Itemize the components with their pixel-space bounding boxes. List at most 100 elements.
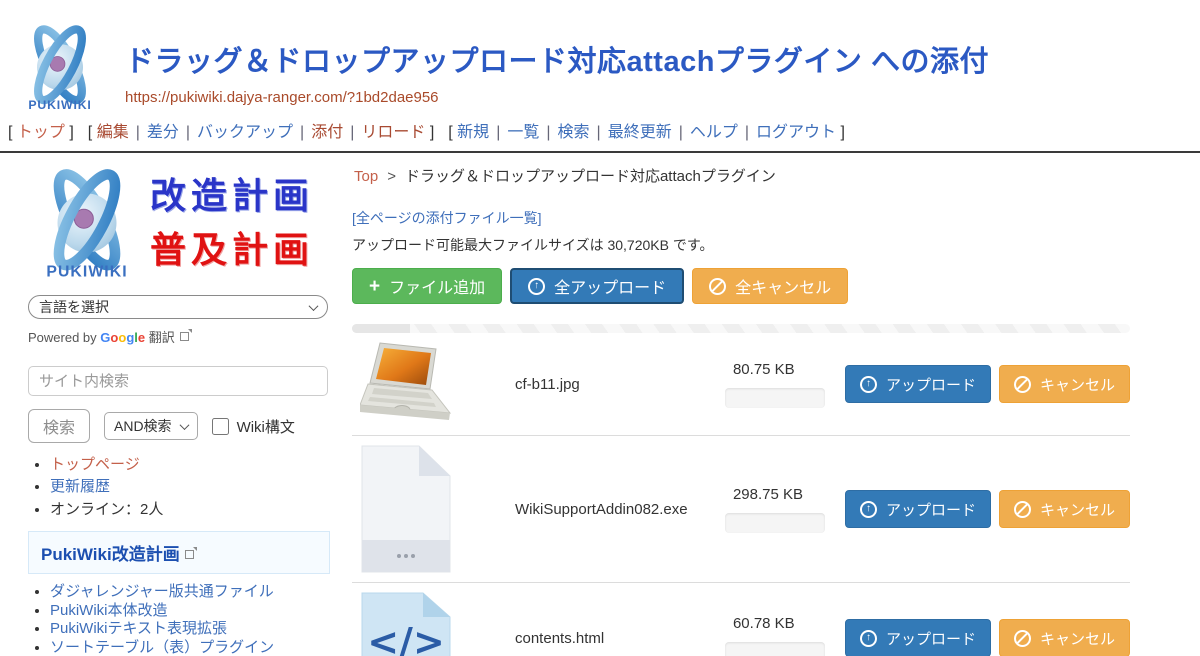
upload-button[interactable]: ↑アップロード [845, 619, 991, 656]
powered-by-text: Powered by [28, 330, 97, 345]
nav-link-2-2[interactable]: 検索 [558, 124, 590, 141]
cancel-button[interactable]: キャンセル [999, 619, 1130, 656]
chevron-down-icon [179, 420, 189, 430]
nav-group-0: [ トップ ] [8, 124, 74, 141]
file-actions: ↑ アップロード キャンセル [845, 490, 1130, 528]
cancel-all-button[interactable]: 全キャンセル [692, 268, 848, 304]
cancel-all-label: 全キャンセル [735, 274, 831, 298]
cancel-label: キャンセル [1040, 499, 1115, 520]
file-row: WikiSupportAddin082.exe 298.75 KB ↑ アップロード キ… [352, 435, 1130, 582]
nav-group-2: [ 新規|一覧|検索|最終更新|ヘルプ|ログアウト ] [448, 124, 845, 141]
sidebar-link[interactable]: ソートテーブル（表）プラグイン [50, 639, 274, 656]
html-file-icon: </> [352, 592, 460, 656]
language-select[interactable]: 言語を選択 [28, 295, 328, 319]
list-item: オンライン：2人 [50, 499, 330, 520]
upload-all-button[interactable]: ↑ 全アップロード [510, 268, 684, 304]
file-size: 60.78 KB [733, 615, 825, 632]
upload-button[interactable]: ↑ アップロード [845, 490, 991, 528]
nav-link-1-0[interactable]: 編集 [97, 124, 129, 141]
nav-link-1-4[interactable]: リロード [361, 124, 425, 141]
file-row: cf-b11.jpg 80.75 KB ↑アップロード キャンセル [352, 333, 1130, 435]
total-progress-fill [352, 324, 410, 333]
nav-link-1-1[interactable]: 差分 [147, 124, 179, 141]
external-link-icon [180, 332, 189, 341]
laptop-photo-icon [352, 342, 460, 426]
cancel-label: キャンセル [1040, 374, 1115, 395]
sidebar-link[interactable]: PukiWikiテキスト表現拡張 [50, 620, 227, 637]
cancel-button[interactable]: キャンセル [999, 365, 1130, 403]
site-search-input[interactable] [28, 366, 328, 396]
sidebar-section-title[interactable]: PukiWiki改造計画 [28, 531, 330, 574]
sidebar-link[interactable]: 更新履歴 [50, 478, 110, 495]
max-size-text: アップロード可能最大ファイルサイズは 30,720KB です。 [352, 235, 1130, 255]
breadcrumb-top-link[interactable]: Top [354, 168, 378, 185]
nav-link-2-4[interactable]: ヘルプ [690, 124, 738, 141]
nav-link-2-5[interactable]: ログアウト [756, 124, 836, 141]
breadcrumb-separator: > [387, 168, 396, 185]
external-link-icon [185, 550, 194, 559]
search-mode-select[interactable]: AND検索 [104, 412, 198, 440]
ban-icon [1014, 501, 1031, 518]
file-size: 80.75 KB [733, 361, 825, 378]
add-file-button[interactable]: + ファイル追加 [352, 268, 502, 304]
brand-text: PUKIWIKI [46, 264, 127, 281]
list-item: ソートテーブル（表）プラグイン [50, 640, 330, 656]
cancel-button[interactable]: キャンセル [999, 490, 1130, 528]
page-header: PUKIWIKI ドラッグ＆ドロップアップロード対応attachプラグイン への… [0, 18, 1200, 113]
atom-logo-icon: PUKIWIKI [28, 165, 146, 283]
file-progress-group: 80.75 KB [725, 361, 825, 408]
nav-link-2-1[interactable]: 一覧 [507, 124, 539, 141]
ban-icon [1014, 376, 1031, 393]
upload-button[interactable]: ↑アップロード [845, 365, 991, 403]
list-item: 更新履歴 [50, 476, 330, 497]
navbar: [ トップ ] [ 編集|差分|バックアップ|添付|リロード ] [ 新規|一覧|検… [0, 113, 1200, 153]
file-progress-group: 60.78 KB [725, 615, 825, 656]
pukiwiki-logo[interactable]: PUKIWIKI [12, 22, 108, 119]
nav-link-2-0[interactable]: 新規 [457, 124, 489, 141]
logo-line2: 普及計画 [150, 224, 314, 278]
search-button[interactable]: 検索 [28, 409, 90, 443]
sidebar-link[interactable]: PukiWiki本体改造 [50, 602, 168, 619]
language-select-value: 言語を選択 [39, 297, 109, 317]
nav-group-1: [ 編集|差分|バックアップ|添付|リロード ] [88, 124, 434, 141]
brand-text: PUKIWIKI [28, 98, 91, 112]
breadcrumb-page: ドラッグ＆ドロップアップロード対応attachプラグイン [405, 168, 776, 185]
plus-icon: + [369, 277, 380, 296]
total-progress-bar [352, 324, 1130, 333]
svg-text:</>: </> [367, 620, 445, 656]
sidebar-link[interactable]: ダジャレンジャー版共通ファイル [50, 583, 274, 600]
sidebar-logo[interactable]: PUKIWIKI 改造計画 普及計画 [28, 165, 330, 283]
file-name: cf-b11.jpg [460, 376, 725, 393]
list-item: トップページ [50, 454, 330, 475]
section-title-text: PukiWiki改造計画 [41, 545, 180, 564]
file-name: WikiSupportAddin082.exe [460, 501, 725, 518]
nav-link-1-3[interactable]: 添付 [311, 124, 343, 141]
nav-link-1-2[interactable]: バックアップ [197, 124, 293, 141]
all-attachments-link[interactable]: [全ページの添付ファイル一覧] [352, 208, 542, 228]
search-mode-value: AND検索 [114, 416, 172, 436]
cancel-label: キャンセル [1040, 628, 1115, 649]
progress-bar [725, 513, 825, 533]
wiki-syntax-checkbox[interactable] [212, 418, 229, 435]
upload-circle-icon: ↑ [528, 278, 545, 295]
sidebar-list-top: トップページ更新履歴オンライン：2人 [28, 454, 330, 520]
upload-circle-icon: ↑ [860, 501, 877, 518]
file-name: contents.html [460, 630, 725, 647]
upload-circle-icon: ↑ [860, 630, 877, 647]
nav-link-0-0[interactable]: トップ [17, 124, 65, 141]
upload-label: アップロード [886, 374, 976, 395]
page-url-link[interactable]: https://pukiwiki.dajya-ranger.com/?1bd2d… [125, 89, 439, 106]
generic-file-icon [352, 445, 460, 573]
sidebar: PUKIWIKI 改造計画 普及計画 言語を選択 Powered by Goog… [0, 153, 346, 656]
nav-link-2-3[interactable]: 最終更新 [608, 124, 672, 141]
page-title: ドラッグ＆ドロップアップロード対応attachプラグイン への添付 [125, 38, 1200, 80]
list-item: PukiWiki本体改造 [50, 603, 330, 620]
upload-label: アップロード [886, 499, 976, 520]
sidebar-link[interactable]: トップページ [50, 456, 140, 473]
file-list: cf-b11.jpg80.75 KB↑アップロードキャンセル WikiSuppo… [352, 333, 1130, 656]
add-file-label: ファイル追加 [389, 274, 485, 298]
sidebar-list-plugins: ダジャレンジャー版共通ファイル PukiWiki本体改造PukiWikiテキスト表… [28, 584, 330, 656]
ban-icon [1014, 630, 1031, 647]
file-size: 298.75 KB [733, 486, 825, 503]
translate-text: 翻訳 [149, 330, 175, 345]
